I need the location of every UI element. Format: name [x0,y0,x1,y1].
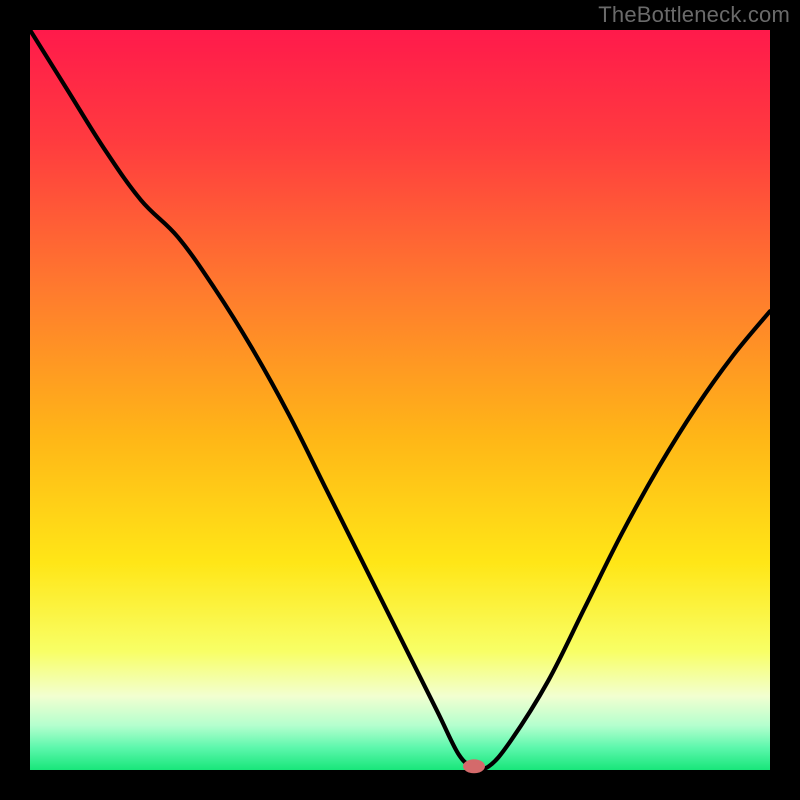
optimum-marker [463,759,485,773]
plot-background [30,30,770,770]
attribution-label: TheBottleneck.com [598,2,790,28]
bottleneck-chart [0,0,800,800]
chart-frame: TheBottleneck.com [0,0,800,800]
